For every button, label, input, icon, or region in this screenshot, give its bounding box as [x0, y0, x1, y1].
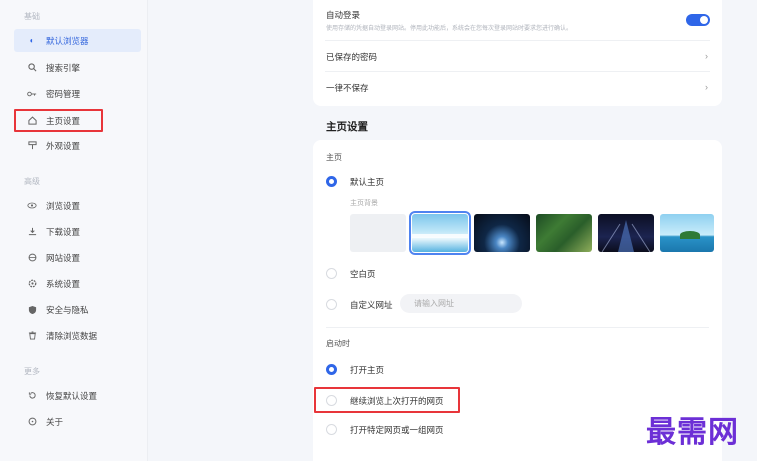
info-icon — [26, 417, 38, 426]
group-title-advanced: 高级 — [24, 177, 40, 186]
shield-icon — [26, 305, 38, 315]
appearance-icon — [26, 141, 38, 150]
background-thumb-planet[interactable] — [474, 214, 530, 252]
startup-group-label: 启动时 — [326, 339, 350, 348]
background-thumb-night[interactable] — [598, 214, 654, 252]
group-title-basic: 基础 — [24, 12, 40, 21]
sidebar-item-download[interactable]: 下载设置 — [14, 220, 141, 243]
key-icon — [26, 90, 38, 98]
saved-passwords-row[interactable]: 已保存的密码 › — [313, 41, 722, 71]
sidebar-item-reset[interactable]: 恢复默认设置 — [14, 384, 141, 407]
default-home-radio[interactable] — [326, 176, 337, 187]
home-background-label: 主页背景 — [350, 200, 378, 207]
sidebar-item-label: 外观设置 — [46, 140, 81, 151]
sidebar-item-default-browser[interactable]: ◐ 默认浏览器 — [14, 29, 141, 52]
auto-login-description: 使用存储的凭据自动登录网站。停用此功能后，系统会在您每次登录网站时要求您进行确认… — [326, 26, 573, 32]
custom-url-label[interactable]: 自定义网址 — [350, 299, 393, 311]
background-thumb-island[interactable] — [660, 214, 714, 252]
blank-page-radio[interactable] — [326, 268, 337, 279]
open-specific-label[interactable]: 打开特定网页或一组网页 — [350, 424, 444, 436]
sidebar-item-security[interactable]: 安全与隐私 — [14, 298, 141, 321]
group-title-more: 更多 — [24, 367, 40, 376]
sidebar-item-password-manager[interactable]: 密码管理 — [14, 82, 141, 105]
chevron-right-icon: › — [705, 82, 708, 92]
never-save-label: 一律不保存 — [326, 83, 369, 93]
sidebar-item-label: 浏览设置 — [46, 200, 81, 211]
sidebar-item-label: 清除浏览数据 — [46, 330, 98, 341]
home-group-label: 主页 — [326, 153, 342, 162]
open-home-radio[interactable] — [326, 364, 337, 375]
globe-icon — [26, 253, 38, 262]
gear-icon — [26, 279, 38, 288]
trash-icon — [26, 331, 38, 340]
homepage-highlight-box — [14, 109, 103, 132]
search-icon — [26, 63, 38, 72]
password-settings-card: 自动登录 使用存储的凭据自动登录网站。停用此功能后，系统会在您每次登录网站时要求… — [313, 0, 722, 106]
sidebar-item-clear-data[interactable]: 清除浏览数据 — [14, 324, 141, 347]
sidebar-item-label: 关于 — [46, 416, 64, 427]
sidebar-item-site-settings[interactable]: 网站设置 — [14, 246, 141, 269]
divider — [326, 327, 709, 328]
sidebar-item-label: 系统设置 — [46, 278, 81, 289]
never-save-row[interactable]: 一律不保存 › — [313, 72, 722, 102]
background-thumb-sea[interactable] — [409, 211, 471, 255]
default-browser-icon: ◐ — [29, 36, 35, 45]
sidebar: 基础 ◐ 默认浏览器 搜索引擎 密码管理 主页设置 外观设置 高级 浏览设置 下… — [0, 0, 148, 461]
custom-url-input[interactable]: 请输入网址 — [400, 294, 522, 313]
sidebar-item-appearance[interactable]: 外观设置 — [14, 134, 141, 157]
sidebar-item-label: 默认浏览器 — [46, 35, 89, 46]
continue-last-highlight-box — [314, 387, 460, 413]
eye-icon — [26, 202, 38, 209]
sidebar-item-label: 恢复默认设置 — [46, 390, 98, 401]
chevron-right-icon: › — [705, 51, 708, 61]
saved-passwords-label: 已保存的密码 — [326, 52, 378, 62]
open-specific-radio[interactable] — [326, 424, 337, 435]
sidebar-item-label: 安全与隐私 — [46, 304, 89, 315]
custom-url-radio[interactable] — [326, 299, 337, 310]
background-thumb-forest[interactable] — [536, 214, 592, 252]
sidebar-item-label: 搜索引擎 — [46, 62, 81, 73]
sidebar-item-label: 下载设置 — [46, 226, 81, 237]
reset-icon — [26, 391, 38, 400]
background-thumb-blank[interactable] — [350, 214, 406, 252]
sidebar-item-label: 网站设置 — [46, 252, 81, 263]
auto-login-toggle[interactable] — [686, 14, 710, 26]
blank-page-label[interactable]: 空白页 — [350, 268, 376, 280]
sidebar-item-browsing[interactable]: 浏览设置 — [14, 194, 141, 217]
auto-login-title: 自动登录 — [326, 10, 361, 20]
download-icon — [26, 227, 38, 236]
homepage-section-title: 主页设置 — [326, 121, 368, 133]
open-home-label[interactable]: 打开主页 — [350, 364, 384, 376]
sidebar-item-system[interactable]: 系统设置 — [14, 272, 141, 295]
sidebar-item-about[interactable]: 关于 — [14, 410, 141, 433]
watermark-text: 最需网 — [646, 415, 739, 450]
sidebar-item-label: 密码管理 — [46, 88, 81, 99]
sidebar-item-search-engine[interactable]: 搜索引擎 — [14, 56, 141, 79]
default-home-label[interactable]: 默认主页 — [350, 176, 384, 188]
